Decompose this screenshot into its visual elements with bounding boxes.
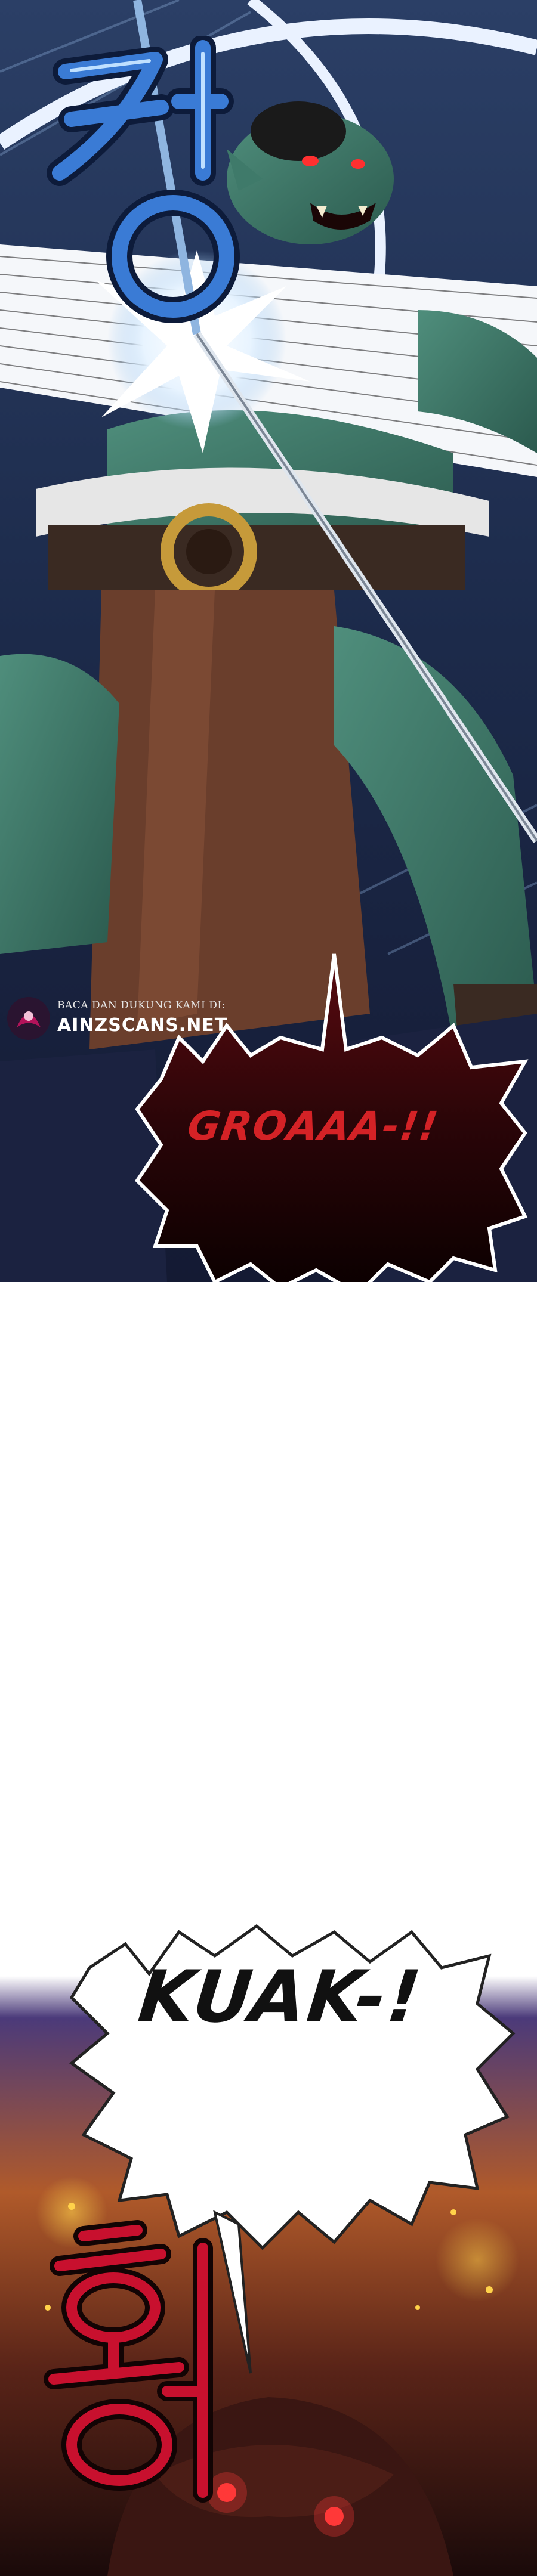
kuak-text: KUAK-! <box>134 1956 427 2039</box>
ainzscans-logo <box>7 997 50 1040</box>
orc-left-leg <box>0 654 119 954</box>
panel-gap <box>0 1282 537 1878</box>
loincloth <box>90 590 370 1049</box>
groaaa-text: GROAAA-!! <box>184 1103 442 1149</box>
sfx-kang-icon <box>47 36 240 323</box>
sfx-hua-icon <box>44 2220 213 2503</box>
watermark-site: AINZSCANS.NET <box>57 1015 228 1036</box>
watermark: BACA DAN DUKUNG KAMI DI: AINZSCANS.NET <box>5 995 232 1042</box>
orc-attack-panel: BACA DAN DUKUNG KAMI DI: AINZSCANS.NET G… <box>0 0 537 1282</box>
watermark-tagline: BACA DAN DUKUNG KAMI DI: <box>57 999 226 1011</box>
